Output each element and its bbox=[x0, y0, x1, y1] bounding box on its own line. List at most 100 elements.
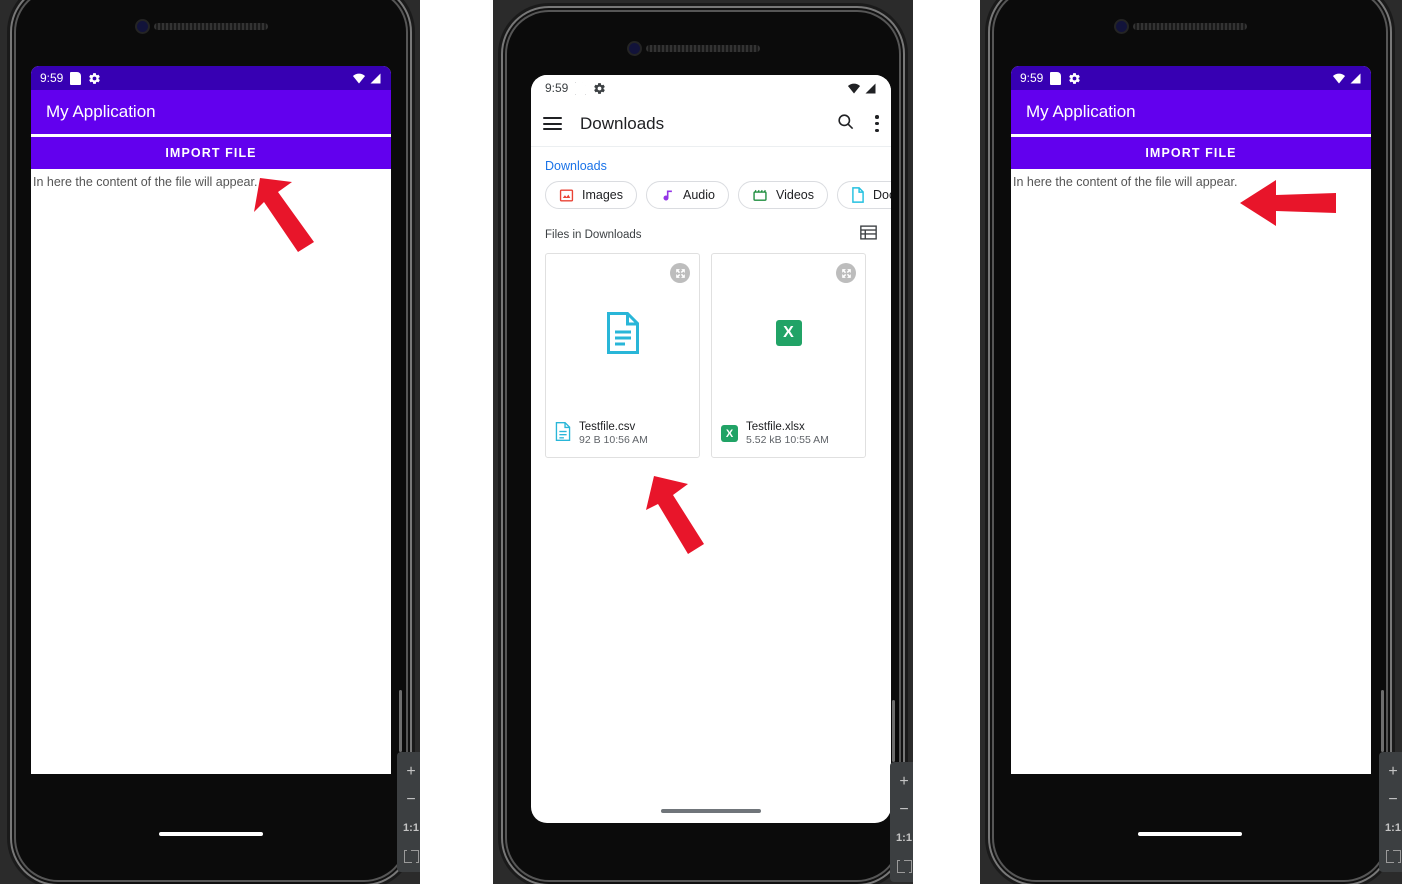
screenshot-stage: 9:59 My Application IMPORT FILE In here … bbox=[0, 0, 1402, 884]
signal-icon bbox=[864, 83, 877, 94]
content-placeholder-text: In here the content of the file will app… bbox=[33, 175, 258, 189]
testfile-xlsx-card[interactable]: X X Testfile.xlsx 5.52 kB 10:55 AM bbox=[711, 253, 866, 458]
status-bar-time: 9:59 bbox=[545, 81, 569, 95]
actual-size-button[interactable]: 1:1 bbox=[397, 814, 420, 842]
front-camera-icon bbox=[137, 21, 148, 32]
status-bar: 9:59 bbox=[31, 66, 391, 90]
zoom-in-button[interactable]: + bbox=[397, 758, 420, 786]
signal-icon bbox=[369, 73, 382, 84]
emulator-toolbar-middle: + − 1:1 bbox=[890, 762, 913, 882]
zoom-out-button[interactable]: − bbox=[1379, 786, 1402, 814]
app-bar: My Application bbox=[31, 90, 391, 134]
wifi-icon bbox=[847, 83, 861, 94]
filter-chip-row: Images Audio Videos Do bbox=[531, 181, 891, 209]
page-title: My Application bbox=[46, 102, 156, 121]
list-view-icon[interactable] bbox=[860, 225, 877, 245]
filter-chip-label: Doc bbox=[872, 188, 891, 202]
earpiece-speaker bbox=[646, 45, 760, 52]
device-frame-middle: 9:59 Downloads Downloads Images Audio Vi… bbox=[507, 12, 899, 880]
signal-icon bbox=[1349, 73, 1362, 84]
zoom-in-button[interactable]: + bbox=[890, 768, 913, 796]
emulator-rail bbox=[892, 700, 895, 762]
search-icon[interactable] bbox=[836, 112, 855, 136]
music-note-icon bbox=[660, 188, 675, 203]
section-title: Files in Downloads bbox=[545, 229, 642, 241]
status-bar-time: 9:59 bbox=[1020, 71, 1044, 85]
fit-screen-icon[interactable] bbox=[1379, 842, 1402, 870]
emulator-panel-middle: 9:59 Downloads Downloads Images Audio Vi… bbox=[493, 0, 913, 884]
page-title: My Application bbox=[1026, 102, 1136, 121]
filter-chip-label: Videos bbox=[775, 188, 814, 202]
file-card-meta: X Testfile.xlsx 5.52 kB 10:55 AM bbox=[712, 421, 865, 457]
xlsx-badge-icon: X bbox=[721, 425, 738, 442]
csv-document-icon bbox=[606, 311, 639, 354]
actual-size-button[interactable]: 1:1 bbox=[1379, 814, 1402, 842]
sd-card-icon bbox=[1050, 71, 1062, 85]
app-bar: My Application bbox=[1011, 90, 1371, 134]
file-subtitle: 92 B 10:56 AM bbox=[579, 434, 648, 446]
app-screen-left: 9:59 My Application IMPORT FILE In here … bbox=[31, 66, 391, 774]
filter-chip-images[interactable]: Images bbox=[545, 181, 637, 209]
app-screen-middle: 9:59 Downloads Downloads Images Audio Vi… bbox=[531, 75, 891, 823]
front-camera-icon bbox=[629, 43, 640, 54]
import-file-button[interactable]: IMPORT FILE bbox=[1011, 137, 1371, 169]
status-bar-time: 9:59 bbox=[40, 71, 64, 85]
status-bar: 9:59 bbox=[531, 75, 891, 101]
video-camera-icon bbox=[752, 188, 768, 203]
file-subtitle: 5.52 kB 10:55 AM bbox=[746, 434, 829, 446]
document-icon bbox=[851, 187, 865, 203]
zoom-out-button[interactable]: − bbox=[397, 786, 420, 814]
expand-arrows-icon[interactable] bbox=[670, 263, 690, 283]
filter-chip-label: Images bbox=[582, 188, 623, 202]
zoom-in-button[interactable]: + bbox=[1379, 758, 1402, 786]
kebab-menu-icon[interactable] bbox=[875, 115, 879, 132]
status-bar: 9:59 bbox=[1011, 66, 1371, 90]
gesture-nav-bar[interactable] bbox=[661, 809, 761, 813]
xlsx-badge-icon: X bbox=[775, 319, 802, 346]
wifi-icon bbox=[352, 73, 366, 84]
emulator-toolbar-left: + − 1:1 bbox=[397, 752, 420, 872]
earpiece-speaker bbox=[154, 23, 268, 30]
fit-screen-icon[interactable] bbox=[890, 852, 913, 880]
device-frame-left: 9:59 My Application IMPORT FILE In here … bbox=[16, 0, 406, 880]
import-file-button[interactable]: IMPORT FILE bbox=[31, 137, 391, 169]
hamburger-icon[interactable] bbox=[543, 117, 562, 130]
image-icon bbox=[559, 188, 574, 203]
gear-icon bbox=[88, 72, 101, 85]
sd-card-icon bbox=[575, 81, 587, 95]
expand-arrows-icon[interactable] bbox=[836, 263, 856, 283]
wifi-icon bbox=[1332, 73, 1346, 84]
zoom-out-button[interactable]: − bbox=[890, 796, 913, 824]
csv-document-icon bbox=[555, 421, 571, 446]
app-screen-right: 9:59 My Application IMPORT FILE In here … bbox=[1011, 66, 1371, 774]
filter-chip-documents[interactable]: Doc bbox=[836, 181, 891, 209]
sd-card-icon bbox=[70, 71, 82, 85]
file-card-meta: Testfile.csv 92 B 10:56 AM bbox=[546, 421, 699, 457]
filter-chip-audio[interactable]: Audio bbox=[646, 181, 729, 209]
testfile-csv-card[interactable]: Testfile.csv 92 B 10:56 AM bbox=[545, 253, 700, 458]
gear-icon bbox=[593, 82, 606, 95]
files-section-header: Files in Downloads bbox=[531, 209, 891, 253]
file-name: Testfile.csv bbox=[579, 421, 636, 433]
filter-chip-videos[interactable]: Videos bbox=[737, 181, 828, 209]
emulator-rail bbox=[399, 690, 402, 752]
emulator-panel-left: 9:59 My Application IMPORT FILE In here … bbox=[0, 0, 420, 884]
breadcrumb[interactable]: Downloads bbox=[531, 147, 891, 181]
files-app-bar: Downloads bbox=[531, 101, 891, 147]
emulator-toolbar-right: + − 1:1 bbox=[1379, 752, 1402, 872]
device-frame-right: 9:59 My Application IMPORT FILE In here … bbox=[994, 0, 1386, 880]
gear-icon bbox=[1068, 72, 1081, 85]
fit-screen-icon[interactable] bbox=[397, 842, 420, 870]
front-camera-icon bbox=[1116, 21, 1127, 32]
gesture-nav-bar[interactable] bbox=[159, 832, 263, 836]
emulator-panel-right: 9:59 My Application IMPORT FILE In here … bbox=[980, 0, 1402, 884]
content-placeholder-text: In here the content of the file will app… bbox=[1013, 175, 1238, 189]
earpiece-speaker bbox=[1133, 23, 1247, 30]
page-title: Downloads bbox=[580, 113, 665, 133]
actual-size-button[interactable]: 1:1 bbox=[890, 824, 913, 852]
file-name: Testfile.xlsx bbox=[746, 421, 805, 433]
filter-chip-label: Audio bbox=[683, 188, 715, 202]
gesture-nav-bar[interactable] bbox=[1138, 832, 1242, 836]
emulator-rail bbox=[1381, 690, 1384, 752]
file-card-grid: Testfile.csv 92 B 10:56 AM X X Testfile.… bbox=[531, 253, 891, 458]
